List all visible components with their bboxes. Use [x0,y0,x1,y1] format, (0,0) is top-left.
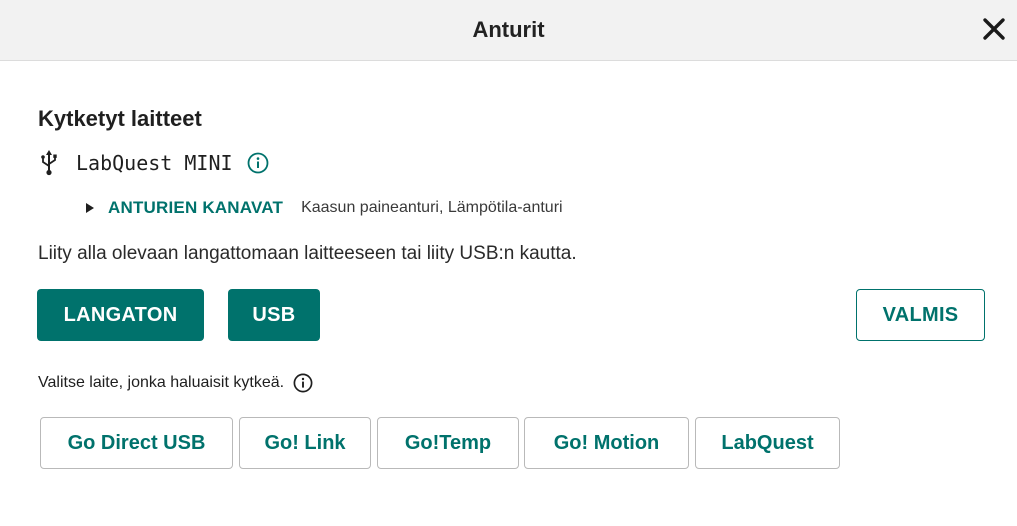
info-icon[interactable] [293,373,313,393]
device-type-button-go-direct-usb[interactable]: Go Direct USB [40,417,233,469]
choose-device-row: Valitse laite, jonka haluaisit kytkeä. [38,372,313,394]
choose-device-text: Valitse laite, jonka haluaisit kytkeä. [38,374,285,391]
connection-instruction: Liity alla olevaan langattomaan laittees… [38,243,577,264]
connected-device-row: LabQuest MINI [38,148,269,178]
dialog-header: Anturit [0,0,1017,61]
close-icon[interactable] [981,16,1007,42]
wireless-button[interactable]: LANGATON [37,289,204,341]
info-icon[interactable] [247,152,269,174]
dialog-title: Anturit [472,17,545,42]
sensor-channels-row: ANTURIEN KANAVAT Kaasun paineanturi, Läm… [86,197,563,219]
device-type-button-go-temp[interactable]: Go!Temp [377,417,519,469]
connected-devices-title: Kytketyt laitteet [38,106,202,131]
device-type-button-go-link[interactable]: Go! Link [239,417,371,469]
device-type-button-go-motion[interactable]: Go! Motion [524,417,689,469]
done-button[interactable]: VALMIS [856,289,985,341]
sensor-channels-value: Kaasun paineanturi, Lämpötila-anturi [301,199,563,216]
expand-caret-icon[interactable] [86,203,94,213]
device-type-button-labquest[interactable]: LabQuest [695,417,840,469]
device-name: LabQuest MINI [76,151,233,175]
usb-button[interactable]: USB [228,289,320,341]
sensor-channels-toggle[interactable]: ANTURIEN KANAVAT [108,198,283,218]
usb-icon [41,150,57,176]
